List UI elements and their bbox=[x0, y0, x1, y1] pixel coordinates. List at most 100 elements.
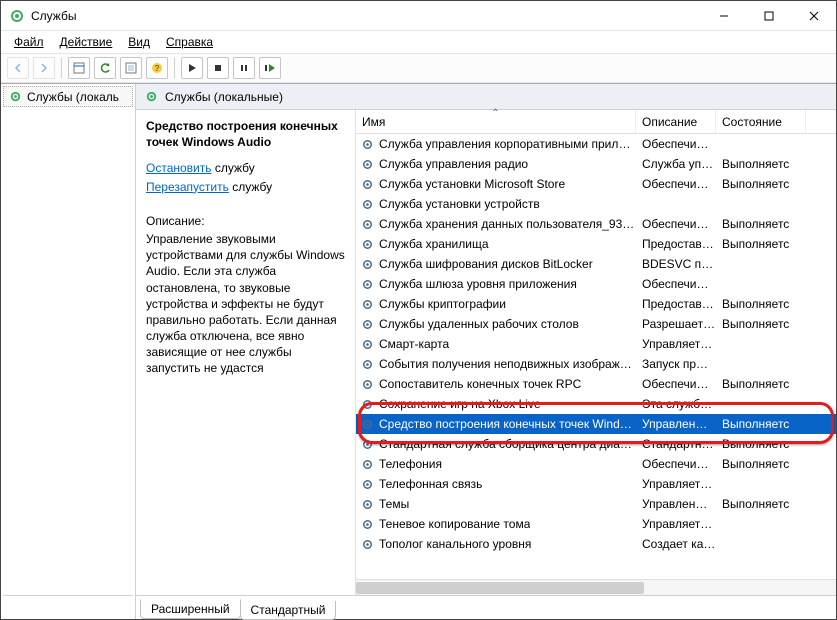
col-state[interactable]: Состояние bbox=[716, 110, 806, 133]
description-body: Управление звуковыми устройствами для сл… bbox=[146, 231, 345, 377]
service-desc: Управлен… bbox=[636, 417, 716, 431]
service-name: Смарт-карта bbox=[379, 337, 449, 351]
service-row[interactable]: Сохранение игр на Xbox Live Эта служб… bbox=[356, 394, 836, 414]
gear-icon bbox=[360, 357, 375, 372]
service-state: Выполняетс bbox=[716, 437, 806, 451]
menu-file[interactable]: Файл bbox=[7, 33, 51, 51]
col-desc[interactable]: Описание bbox=[636, 110, 716, 133]
service-state: Выполняетс bbox=[716, 237, 806, 251]
service-state: Выполняетс bbox=[716, 297, 806, 311]
tab-extended[interactable]: Расширенный bbox=[140, 599, 241, 619]
toolbar-properties-button[interactable] bbox=[68, 57, 90, 79]
service-row[interactable]: Службы удаленных рабочих столовРазрешает… bbox=[356, 314, 836, 334]
toolbar-refresh-button[interactable] bbox=[94, 57, 116, 79]
gear-icon bbox=[8, 89, 23, 104]
service-name: Служба шлюза уровня приложения bbox=[379, 277, 577, 291]
selected-service-title: Средство построения конечных точек Windo… bbox=[146, 118, 345, 150]
service-desc: Обеспечи… bbox=[636, 177, 716, 191]
service-row[interactable]: Стандартная служба сборщика центра диагн… bbox=[356, 434, 836, 454]
service-row[interactable]: Теневое копирование томаУправляет… bbox=[356, 514, 836, 534]
window-title: Службы bbox=[31, 9, 76, 23]
left-tabs-spacer bbox=[3, 595, 133, 617]
panel-header-band: Службы (локальные) bbox=[136, 84, 836, 110]
start-service-button[interactable] bbox=[181, 57, 203, 79]
service-name: Сохранение игр на Xbox Live bbox=[379, 397, 541, 411]
service-row[interactable]: События получения неподвижных изображен…… bbox=[356, 354, 836, 374]
gear-icon bbox=[360, 517, 375, 532]
gear-icon bbox=[360, 137, 375, 152]
right-panel: Службы (локальные) Средство построения к… bbox=[136, 84, 836, 619]
gear-icon bbox=[360, 497, 375, 512]
left-tree-panel: Службы (локаль bbox=[1, 84, 136, 619]
services-window: Службы Файл Действие Вид Справка ? bbox=[0, 0, 837, 620]
col-name[interactable]: Имя bbox=[356, 110, 636, 133]
service-desc: Стандартн… bbox=[636, 437, 716, 451]
service-state: Выполняетс bbox=[716, 457, 806, 471]
service-row[interactable]: Средство построения конечных точек Windo… bbox=[356, 414, 836, 434]
service-name: Служба управления радио bbox=[379, 157, 528, 171]
service-row[interactable]: Службы криптографииПредостав…Выполняетс bbox=[356, 294, 836, 314]
list-body[interactable]: Служба управления корпоративными прилож…… bbox=[356, 134, 836, 579]
service-row[interactable]: Служба установки устройств bbox=[356, 194, 836, 214]
service-row[interactable]: Служба хранения данных пользователя_9349… bbox=[356, 214, 836, 234]
gear-icon bbox=[360, 237, 375, 252]
pause-service-button[interactable] bbox=[233, 57, 255, 79]
service-state: Выполняетс bbox=[716, 377, 806, 391]
service-row[interactable]: Тополог канального уровняСоздает ка… bbox=[356, 534, 836, 554]
service-row[interactable]: Служба шифрования дисков BitLockerBDESVC… bbox=[356, 254, 836, 274]
service-list: Имя Описание Состояние Служба управления… bbox=[356, 110, 836, 595]
service-desc: Запуск пр… bbox=[636, 357, 716, 371]
tab-standard[interactable]: Стандартный bbox=[240, 601, 337, 620]
menu-action[interactable]: Действие bbox=[53, 33, 120, 51]
service-desc: Обеспечи… bbox=[636, 277, 716, 291]
service-state: Выполняетс bbox=[716, 417, 806, 431]
gear-icon bbox=[360, 217, 375, 232]
service-desc: Управляет… bbox=[636, 337, 716, 351]
back-button[interactable] bbox=[7, 57, 29, 79]
service-row[interactable]: ТелефонияОбеспечи…Выполняетс bbox=[356, 454, 836, 474]
menu-help[interactable]: Справка bbox=[159, 33, 220, 51]
panel-header-title: Службы (локальные) bbox=[165, 90, 283, 104]
service-name: События получения неподвижных изображен… bbox=[379, 357, 636, 371]
service-name: Служба управления корпоративными прилож… bbox=[379, 137, 636, 151]
stop-service-button[interactable] bbox=[207, 57, 229, 79]
description-heading: Описание: bbox=[146, 213, 345, 229]
service-desc: Обеспечи… bbox=[636, 457, 716, 471]
horizontal-scrollbar[interactable] bbox=[356, 579, 836, 595]
service-desc: Управляет… bbox=[636, 477, 716, 491]
service-row[interactable]: Служба управления корпоративными прилож…… bbox=[356, 134, 836, 154]
restart-service-link[interactable]: Перезапустить bbox=[146, 180, 229, 194]
service-name: Средство построения конечных точек Windo… bbox=[379, 417, 636, 431]
toolbar-export-button[interactable] bbox=[120, 57, 142, 79]
restart-service-button[interactable] bbox=[259, 57, 281, 79]
service-desc: Обеспечи… bbox=[636, 137, 716, 151]
gear-icon bbox=[360, 277, 375, 292]
maximize-button[interactable] bbox=[746, 1, 791, 30]
service-name: Телефонная связь bbox=[379, 477, 482, 491]
gear-icon bbox=[360, 297, 375, 312]
scrollbar-thumb[interactable] bbox=[356, 582, 644, 594]
service-row[interactable]: Служба установки Microsoft StoreОбеспечи… bbox=[356, 174, 836, 194]
service-desc: Предостав… bbox=[636, 297, 716, 311]
gear-icon bbox=[360, 537, 375, 552]
menu-view[interactable]: Вид bbox=[121, 33, 157, 51]
toolbar-help-button[interactable]: ? bbox=[146, 57, 168, 79]
service-name: Сопоставитель конечных точек RPC bbox=[379, 377, 581, 391]
close-button[interactable] bbox=[791, 1, 836, 30]
service-desc: Эта служб… bbox=[636, 397, 716, 411]
service-name: Служба хранилища bbox=[379, 237, 489, 251]
service-row[interactable]: Служба шлюза уровня приложения Обеспечи… bbox=[356, 274, 836, 294]
service-desc: Управляет… bbox=[636, 517, 716, 531]
stop-service-link[interactable]: Остановить bbox=[146, 161, 212, 175]
service-row[interactable]: Телефонная связь Управляет… bbox=[356, 474, 836, 494]
forward-button[interactable] bbox=[33, 57, 55, 79]
service-row[interactable]: Служба управления радиоСлужба уп…Выполня… bbox=[356, 154, 836, 174]
service-row[interactable]: Смарт-карта Управляет… bbox=[356, 334, 836, 354]
service-row[interactable]: Сопоставитель конечных точек RPCОбеспечи… bbox=[356, 374, 836, 394]
minimize-button[interactable] bbox=[701, 1, 746, 30]
service-row[interactable]: Служба хранилищаПредостав…Выполняетс bbox=[356, 234, 836, 254]
service-row[interactable]: ТемыУправлен…Выполняетс bbox=[356, 494, 836, 514]
gear-icon bbox=[360, 437, 375, 452]
service-desc: Служба уп… bbox=[636, 157, 716, 171]
tree-services-local[interactable]: Службы (локаль bbox=[3, 86, 133, 107]
